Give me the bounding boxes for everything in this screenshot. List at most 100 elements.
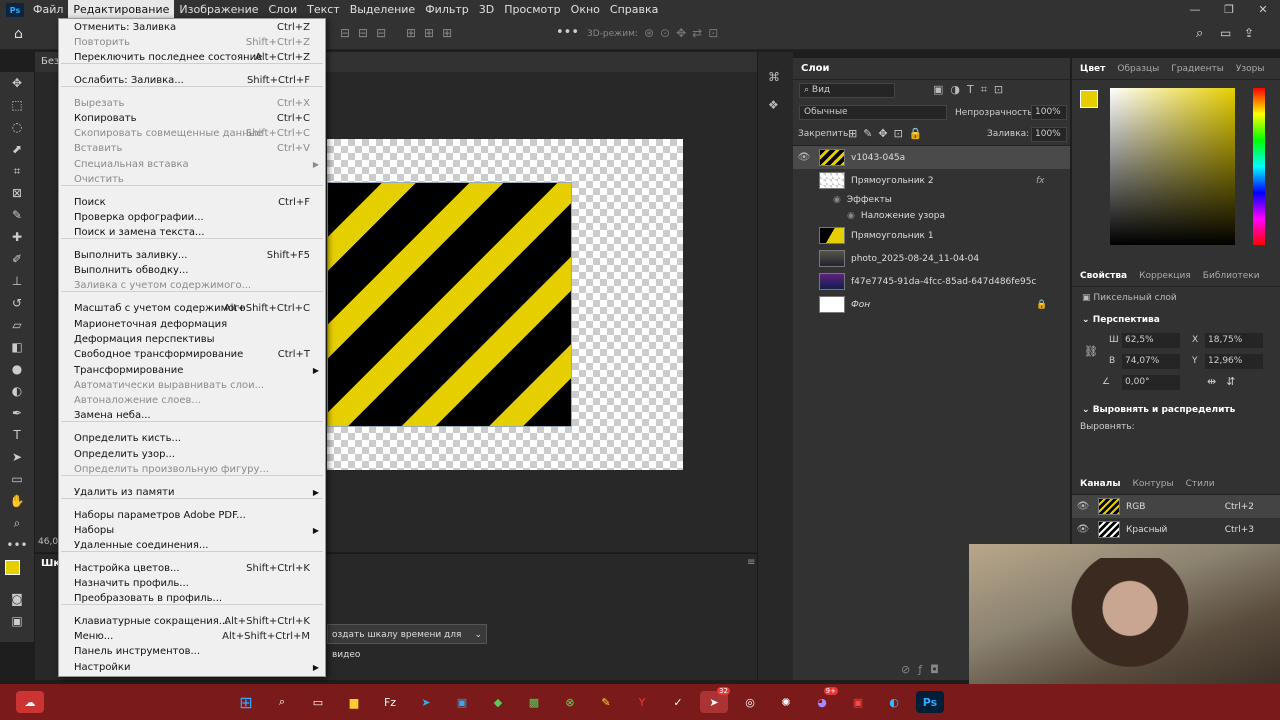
chatgpt-icon[interactable]: ✺ — [772, 691, 800, 713]
edit-menu-item[interactable]: Поиск Ctrl+F — [59, 195, 325, 211]
crop-tool-icon[interactable]: ⌗ — [0, 160, 34, 182]
x-input[interactable]: 18,75% — [1205, 333, 1263, 348]
eraser-tool-icon[interactable]: ▱ — [0, 314, 34, 336]
edge-icon[interactable]: ◐ — [880, 691, 908, 713]
edit-menu-item[interactable]: Свободное трансформирование Ctrl+T — [59, 347, 325, 363]
object-select-tool-icon[interactable]: ⬈ — [0, 138, 34, 160]
menu-item[interactable]: Изображение — [174, 0, 263, 20]
menu-item[interactable]: Выделение — [345, 0, 421, 20]
edit-menu-item[interactable]: Проверка орфографии... — [59, 210, 325, 226]
menu-item[interactable]: 3D — [474, 0, 499, 20]
more-tools-icon[interactable]: ••• — [0, 534, 34, 556]
tab-libraries[interactable]: Библиотеки — [1203, 271, 1260, 281]
height-input[interactable]: 74,07% — [1122, 354, 1180, 369]
layer-row[interactable]: photo_2025-08-24_11-04-04 — [793, 247, 1070, 270]
align-header[interactable]: ⌄ Выровнять и распределить — [1072, 399, 1280, 419]
marquee-tool-icon[interactable]: ⬚ — [0, 94, 34, 116]
hue-slider[interactable] — [1253, 88, 1265, 245]
visibility-eye-icon[interactable]: 👁 — [1072, 524, 1094, 535]
search-icon[interactable]: ⌕ — [1196, 26, 1203, 41]
chevron-down-icon[interactable]: ⌄ — [474, 625, 482, 645]
move-tool-icon[interactable]: ✥ — [0, 72, 34, 94]
menu-item[interactable]: Слои — [264, 0, 303, 20]
minecraft-icon[interactable]: ◆ — [484, 691, 512, 713]
link-icon[interactable]: ⛓ — [1084, 345, 1098, 358]
search-icon[interactable]: ⌕ — [268, 691, 296, 713]
home-icon[interactable]: ⌂ — [14, 26, 23, 42]
restore-button[interactable]: ❐ — [1212, 0, 1246, 20]
filter-icons[interactable]: ▣◑T⌗⊡ — [933, 83, 1010, 97]
layer-row[interactable]: Прямоугольник 2 fx — [793, 169, 1070, 192]
tab-color[interactable]: Цвет — [1080, 64, 1105, 74]
opacity-input[interactable]: 100% — [1031, 105, 1067, 120]
more-icon[interactable]: ••• — [556, 25, 579, 40]
color-foreground-swatch[interactable] — [1080, 90, 1098, 108]
path-select-tool-icon[interactable]: ➤ — [0, 446, 34, 468]
blur-tool-icon[interactable]: ● — [0, 358, 34, 380]
lock-icons[interactable]: ⊞✎✥⊡🔒 — [848, 127, 929, 140]
type-tool-icon[interactable]: T — [0, 424, 34, 446]
effects-eye-icon[interactable]: ◉ — [833, 195, 841, 205]
edit-menu-item[interactable]: Назначить профиль... — [59, 576, 325, 592]
align-icons[interactable]: ⊟⊟⊟ ⊞⊞⊞ — [340, 26, 460, 40]
tab-channels[interactable]: Каналы — [1080, 479, 1120, 489]
edit-menu-item[interactable]: Определить узор... — [59, 447, 325, 463]
file-explorer-icon[interactable]: ▆ — [340, 691, 368, 713]
effects-row[interactable]: ◉ Эффекты — [793, 192, 1070, 208]
store-icon[interactable]: ▣ — [448, 691, 476, 713]
edit-menu-item[interactable]: Деформация перспективы — [59, 332, 325, 348]
workspace-icon[interactable]: ▭ — [1220, 26, 1231, 40]
yandex-browser-icon[interactable]: Y — [628, 691, 656, 713]
edit-menu-item[interactable]: Масштаб с учетом содержимого Alt+Shift+Ct… — [59, 301, 325, 317]
edit-menu-item[interactable]: Наборы параметров Adobe PDF... — [59, 508, 325, 524]
quick-mask-icon[interactable]: ◙ — [0, 588, 34, 610]
tab-gradients[interactable]: Градиенты — [1171, 64, 1224, 74]
layer-footer-icons[interactable]: ⊘ƒ◘ — [901, 663, 947, 676]
edit-menu-item[interactable]: Отменить: Заливка Ctrl+Z — [59, 20, 325, 36]
edit-menu-item[interactable]: Копировать Ctrl+C — [59, 111, 325, 127]
tab-paths[interactable]: Контуры — [1132, 479, 1173, 489]
hand-tool-icon[interactable]: ✋ — [0, 490, 34, 512]
menu-item[interactable]: Просмотр — [499, 0, 565, 20]
visibility-eye-icon[interactable]: 👁 — [793, 152, 815, 163]
gradient-tool-icon[interactable]: ◧ — [0, 336, 34, 358]
channel-row[interactable]: 👁 Красный Ctrl+3 — [1072, 518, 1280, 541]
edit-menu-item[interactable]: Панель инструментов... — [59, 644, 325, 660]
edit-menu-item[interactable]: Выполнить обводку... — [59, 263, 325, 279]
color-swatches[interactable] — [0, 556, 34, 588]
hazard-stripes-layer[interactable] — [327, 182, 572, 427]
edit-menu-item[interactable]: Настройки ▶ — [59, 660, 325, 676]
menu-item[interactable]: Справка — [605, 0, 663, 20]
kind-filter-select[interactable]: ⌕ Вид — [799, 83, 895, 98]
layer-row[interactable]: f47e7745-91da-4fcc-85ad-647d486fe95c — [793, 270, 1070, 293]
edit-menu-item[interactable]: Выполнить заливку... Shift+F5 — [59, 248, 325, 264]
frame-tool-icon[interactable]: ⊠ — [0, 182, 34, 204]
telegram-icon[interactable]: ➤ — [412, 691, 440, 713]
timeline-menu-icon[interactable]: ≡ — [747, 557, 755, 568]
healing-tool-icon[interactable]: ✚ — [0, 226, 34, 248]
discord-icon[interactable]: ◕ 9+ — [808, 687, 838, 713]
channel-row[interactable]: 👁 RGB Ctrl+2 — [1072, 495, 1280, 518]
foreground-color-swatch[interactable] — [5, 560, 20, 575]
y-input[interactable]: 12,96% — [1205, 354, 1263, 369]
menu-item[interactable]: Окно — [566, 0, 605, 20]
tab-patterns[interactable]: Узоры — [1236, 64, 1265, 74]
flip-icons[interactable]: ⇹⇵ — [1207, 375, 1245, 388]
layer-row[interactable]: Фон 🔒 — [793, 293, 1070, 316]
menu-item[interactable]: Файл — [28, 0, 68, 20]
history-brush-icon[interactable]: ↺ — [0, 292, 34, 314]
telegram-active-icon[interactable]: ➤ 32 — [700, 687, 730, 713]
3d-tools-icons[interactable]: ⊛⊙✥⇄⊡ — [644, 26, 724, 40]
menu-item[interactable]: Редактирование — [68, 0, 175, 20]
pen-tool-icon[interactable]: ✒ — [0, 402, 34, 424]
angle-input[interactable]: 0,00° — [1122, 375, 1180, 390]
blend-mode-select[interactable]: Обычные — [799, 105, 947, 120]
menu-item[interactable]: Фильтр — [420, 0, 474, 20]
brush-tool-icon[interactable]: ✐ — [0, 248, 34, 270]
tab-swatches[interactable]: Образцы — [1117, 64, 1159, 74]
layers-tab[interactable]: Слои — [793, 58, 1070, 80]
pattern-overlay-row[interactable]: ◉ Наложение узора — [793, 208, 1070, 224]
color-picker-field[interactable] — [1110, 88, 1235, 245]
menu-item[interactable]: Текст — [302, 0, 345, 20]
edit-menu-item[interactable]: Меню... Alt+Shift+Ctrl+M — [59, 629, 325, 645]
